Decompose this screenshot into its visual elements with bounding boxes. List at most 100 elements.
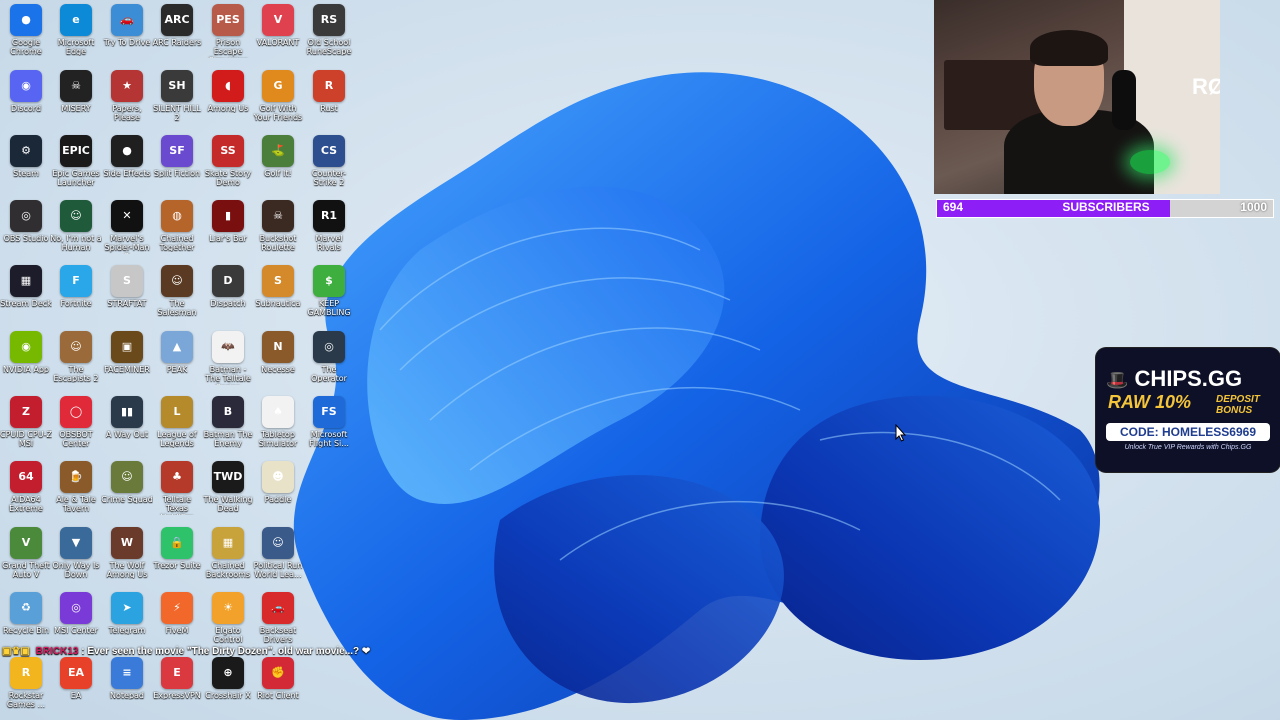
desktop-icon-label: Necesse [261,365,295,374]
marvel-rivals-icon: R1 [313,200,345,232]
desktop-icon-label: FiveM [165,626,189,635]
operator-icon: ◎ [313,331,345,363]
desktop-icon[interactable]: S Subnautica [252,265,304,308]
desktop-icon[interactable]: EA EA [50,657,102,700]
desktop-icon[interactable]: ● Google Chrome [0,4,52,56]
desktop-icon[interactable]: ☻ Paddle [252,461,304,504]
desktop-icon-label: Papers, Please [112,104,142,122]
desktop-icon[interactable]: 🔒 Trezor Suite [151,527,203,570]
desktop-icon[interactable]: ▦ Stream Deck [0,265,52,308]
sponsor-banner[interactable]: 🎩 CHIPS.GG RAW 10% DEPOSIT BONUS CODE: HO… [1096,348,1280,472]
desktop-icon[interactable]: SS Skate Story Demo [202,135,254,187]
desktop-icon-label: EA [70,691,82,700]
spiderman-icon: ✕ [111,200,143,232]
desktop-icon[interactable]: F Fortnite [50,265,102,308]
desktop-icon[interactable]: ⚙ Steam [0,135,52,178]
sponsor-promo: RAW 10% [1108,392,1192,412]
desktop-icon[interactable]: ● Side Effects [101,135,153,178]
desktop-icon[interactable]: 🍺 Ale & Tale Tavern [50,461,102,513]
desktop-icon[interactable]: V VALORANT [252,4,304,47]
desktop-icon[interactable]: ▦ Chained Backrooms [202,527,254,579]
desktop-icon[interactable]: ★ Papers, Please [101,70,153,122]
desktop-icon[interactable]: FS Microsoft Flight Si... [303,396,355,448]
desktop-icon[interactable]: ◎ OBS Studio [0,200,52,243]
desktop-icon-label: Liar's Bar [209,234,247,243]
desktop-icon[interactable]: ⛳ Golf It! [252,135,304,178]
desktop-icon[interactable]: EPIC Epic Games Launcher [50,135,102,187]
desktop-icon[interactable]: W The Wolf Among Us [101,527,153,579]
walking-dead-icon: TWD [212,461,244,493]
desktop-icon[interactable]: ▼ Only Way Is Down [50,527,102,579]
desktop-icon[interactable]: ☺ Political Run World Lea... [252,527,304,579]
desktop-icon[interactable]: ◯ OBSBOT Center [50,396,102,448]
desktop-icon[interactable]: ◍ Chained Together [151,200,203,252]
backseat-drivers-icon: 🚗 [262,592,294,624]
desktop-icon[interactable]: ◉ NVIDIA App [0,331,52,374]
desktop-icon-label: Telegram [108,626,146,635]
desktop-icon[interactable]: RS Old School RuneScape [303,4,355,56]
desktop-icon[interactable]: 🚗 Try To Drive [101,4,153,47]
desktop-icon[interactable]: ⊕ Crosshair X [202,657,254,700]
desktop-icon[interactable]: SF Split Fiction [151,135,203,178]
desktop-icon[interactable]: ▮ Liar's Bar [202,200,254,243]
epic-games-icon: EPIC [60,135,92,167]
league-icon: L [161,396,193,428]
desktop-icon[interactable]: ☺ The Salesman [151,265,203,317]
desktop-icon[interactable]: ☠ Buckshot Roulette [252,200,304,252]
desktop-icon[interactable]: ◎ MSI Center [50,592,102,635]
desktop-icon[interactable]: ☺ No, I'm not a Human [50,200,102,252]
desktop-icon[interactable]: N Necesse [252,331,304,374]
desktop-icon[interactable]: D Dispatch [202,265,254,308]
desktop-icon[interactable]: 64 AIDA64 Extreme [0,461,52,513]
cpuz-icon: Z [10,396,42,428]
desktop-icon[interactable]: R1 Marvel Rivals [303,200,355,252]
desktop-icon[interactable]: ➤ Telegram [101,592,153,635]
aida64-icon: 64 [10,461,42,493]
desktop-icon[interactable]: Z CPUID CPU-Z MSI [0,396,52,448]
desktop-icon[interactable]: ✊ Riot Client [252,657,304,700]
desktop-icon[interactable]: B Batman The Enemy [202,396,254,448]
desktop-icon[interactable]: 🚗 Backseat Drivers [252,592,304,644]
desktop-icon-label: Microsoft Edge [57,38,95,56]
desktop-icon[interactable]: ◖ Among Us [202,70,254,113]
desktop-icon-label: Paddle [264,495,292,504]
desktop-icon[interactable]: ☠ MISERY [50,70,102,113]
desktop-icon[interactable]: ◉ Discord [0,70,52,113]
desktop-icon[interactable]: ◎ The Operator [303,331,355,383]
desktop-icon[interactable]: ☺ Crime Squad [101,461,153,504]
desktop-icon[interactable]: V Grand Theft Auto V [0,527,52,579]
desktop-icon[interactable]: S STRAFTAT [101,265,153,308]
desktop-icon[interactable]: ♻ Recycle Bin [0,592,52,635]
desktop-icon[interactable]: $ KEEP GAMBLING [303,265,355,317]
desktop-icon[interactable]: E ExpressVPN [151,657,203,700]
desktop-icon[interactable]: ⚡ FiveM [151,592,203,635]
desktop-icon-label: Fortnite [60,299,92,308]
desktop-icon[interactable]: G Golf With Your Friends [252,70,304,122]
desktop-icon[interactable]: R Rockstar Games ... [0,657,52,709]
desktop-icon[interactable]: ARC ARC Raiders [151,4,203,47]
desktop-icon[interactable]: ▮▮ A Way Out [101,396,153,439]
desktop-icon-label: Side Effects [103,169,151,178]
desktop-icon[interactable]: SH SILENT HILL 2 [151,70,203,122]
desktop-icon[interactable]: 🦇Batman - The Telltale Series [202,331,254,385]
desktop-icon[interactable]: CS Counter-Strike 2 [303,135,355,187]
desktop-icon[interactable]: ☀ Elgato Control [202,592,254,644]
desktop-icon[interactable]: ≡ Notepad [101,657,153,700]
desktop-icon[interactable]: ♠ Tabletop Simulator [252,396,304,448]
desktop-icon[interactable]: ▣ FACEMINER [101,331,153,374]
desktop-icon[interactable]: ♣Telltale Texas Hold'Em [151,461,203,515]
desktop-icon-label: League of Legends [157,430,197,448]
desktop-icon[interactable]: ☺ The Escapists 2 [50,331,102,383]
headset-glow [1130,150,1170,174]
desktop-icon-label: Only Way Is Down [52,561,100,579]
desktop-icon[interactable]: R Rust [303,70,355,113]
discord-icon: ◉ [10,70,42,102]
desktop-icon[interactable]: ✕Marvel's Spider-Man 2 [101,200,153,254]
desktop-icon[interactable]: PESPrison Escape Simulator [202,4,254,58]
desktop-icon-label: Elgato Control [213,626,243,644]
desktop-icon[interactable]: e Microsoft Edge [50,4,102,56]
desktop-icon[interactable]: L League of Legends [151,396,203,448]
desktop-icon[interactable]: TWD The Walking Dead [202,461,254,513]
desktop-icon[interactable]: ▲ PEAK [151,331,203,374]
desktop-icon-label: No, I'm not a Human [50,234,102,252]
